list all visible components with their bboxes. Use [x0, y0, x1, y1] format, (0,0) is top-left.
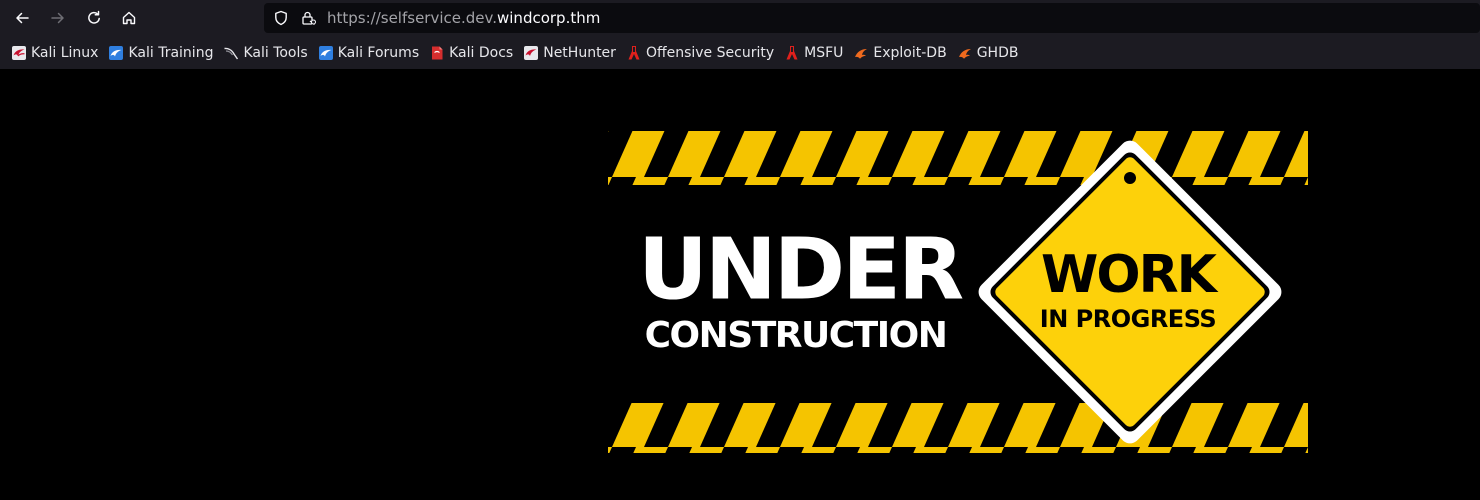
- bookmark-label: Kali Linux: [31, 44, 99, 61]
- bookmark-label: Kali Training: [128, 44, 214, 61]
- under-heading: UNDER: [638, 221, 964, 319]
- sign-progress-text: IN PROGRESS: [1039, 305, 1217, 333]
- arrow-right-icon: [51, 12, 64, 24]
- page-content: UNDER CONSTRUCTION WORK IN PROGRESS: [0, 69, 1480, 500]
- url-text[interactable]: https://selfservice.dev.windcorp.thm: [327, 9, 600, 27]
- bookmark-label: MSFU: [804, 44, 844, 61]
- bookmark-label: NetHunter: [543, 44, 616, 61]
- tracking-shield-icon[interactable]: [273, 10, 289, 26]
- insecure-lock-icon[interactable]: [300, 10, 316, 26]
- url-host: windcorp.thm: [497, 9, 601, 27]
- under-construction-banner: UNDER CONSTRUCTION WORK IN PROGRESS: [608, 69, 1308, 500]
- kali-docs-icon: [432, 46, 443, 59]
- bookmark-label: Kali Docs: [449, 44, 514, 61]
- bookmark-kali-linux[interactable]: Kali Linux: [9, 41, 102, 65]
- kali-tools-icon: [224, 47, 239, 59]
- bookmark-label: GHDB: [976, 44, 1019, 61]
- url-prefix: https://selfservice.dev.: [327, 9, 497, 27]
- sign-work-text: WORK: [1041, 245, 1217, 305]
- exploit-db-icon: [855, 48, 868, 59]
- reload-button[interactable]: [80, 4, 108, 32]
- kali-training-icon: [109, 45, 124, 60]
- bookmark-kali-training[interactable]: Kali Training: [106, 41, 217, 65]
- offsec-icon: [628, 45, 640, 59]
- bookmark-label: Kali Tools: [243, 44, 308, 61]
- bookmark-offensive-security[interactable]: Offensive Security: [624, 41, 778, 65]
- hazard-stripes-top: [608, 131, 1308, 185]
- bookmarks-toolbar: Kali Linux Kali Training Kali Tools Kali…: [0, 36, 1480, 69]
- home-button[interactable]: [115, 4, 143, 32]
- reload-icon: [88, 10, 100, 24]
- bookmark-label: Offensive Security: [645, 44, 775, 61]
- bookmark-nethunter[interactable]: NetHunter: [521, 41, 620, 65]
- kali-dragon-icon: [12, 45, 26, 60]
- bookmark-exploit-db[interactable]: Exploit-DB: [851, 41, 950, 65]
- bookmark-msfu[interactable]: MSFU: [782, 41, 847, 65]
- arrow-left-icon: [16, 12, 29, 24]
- construction-heading: CONSTRUCTION: [644, 315, 948, 356]
- url-bar[interactable]: https://selfservice.dev.windcorp.thm: [264, 3, 1480, 33]
- bookmark-kali-tools[interactable]: Kali Tools: [221, 41, 311, 65]
- hazard-stripes-bottom: [608, 403, 1308, 453]
- bookmark-kali-forums[interactable]: Kali Forums: [316, 41, 423, 65]
- back-button[interactable]: [8, 4, 36, 32]
- ghdb-icon: [958, 48, 971, 59]
- sign-hole: [1124, 172, 1136, 184]
- bookmark-ghdb[interactable]: GHDB: [955, 41, 1023, 65]
- bookmark-kali-docs[interactable]: Kali Docs: [427, 41, 517, 65]
- forward-button[interactable]: [44, 4, 72, 32]
- home-icon: [122, 11, 136, 25]
- bookmark-label: Exploit-DB: [873, 44, 947, 61]
- msfu-icon: [786, 45, 798, 59]
- kali-forums-icon: [318, 45, 333, 60]
- bookmark-label: Kali Forums: [337, 44, 420, 61]
- nethunter-icon: [524, 45, 539, 60]
- navigation-toolbar: https://selfservice.dev.windcorp.thm: [0, 0, 1480, 36]
